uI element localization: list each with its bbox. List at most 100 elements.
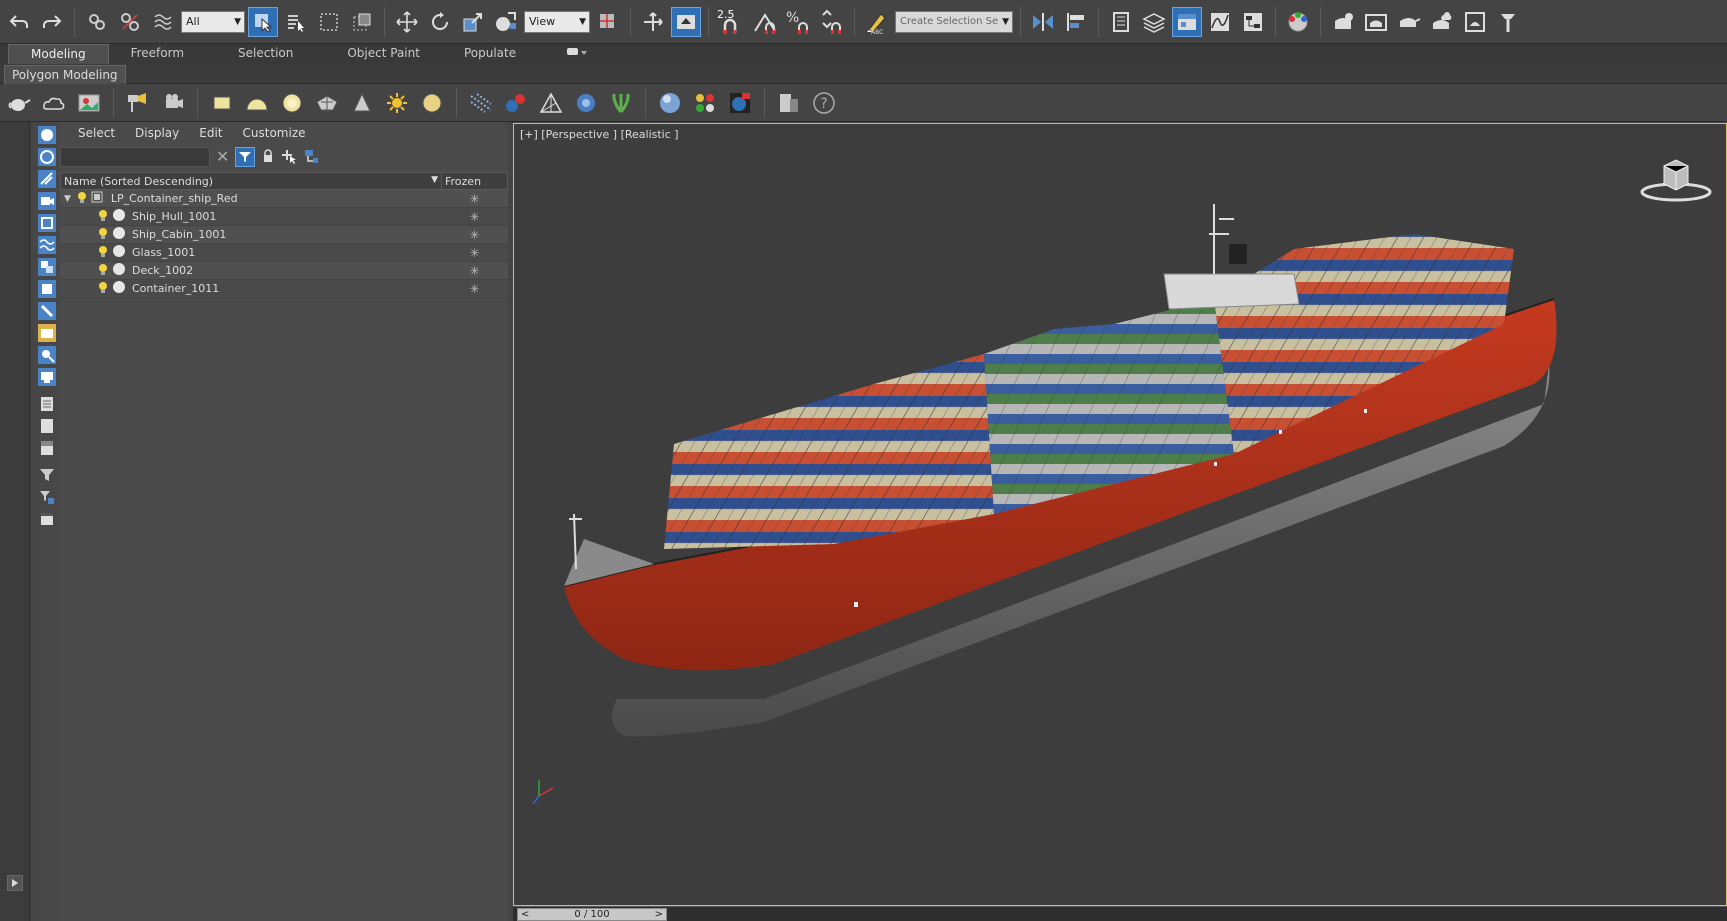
select-scale-icon[interactable] <box>458 7 488 37</box>
tree-row-ship-hull[interactable]: Ship_Hull_1001 ✳ <box>60 208 508 226</box>
display-cameras-icon[interactable] <box>36 191 57 210</box>
frozen-toggle-icon[interactable]: ✳ <box>441 192 508 206</box>
percent-snap-icon[interactable]: % <box>784 7 814 37</box>
menu-edit[interactable]: Edit <box>189 126 232 140</box>
select-manipulate-icon[interactable] <box>638 7 668 37</box>
select-children-icon[interactable] <box>281 148 297 167</box>
massfx-icon[interactable] <box>536 88 566 118</box>
menu-customize[interactable]: Customize <box>233 126 316 140</box>
tab-selection[interactable]: Selection <box>206 44 315 64</box>
display-groups-icon[interactable] <box>36 257 57 276</box>
display-invert-icon[interactable] <box>36 438 57 457</box>
column-frozen-header[interactable]: Frozen <box>442 173 507 189</box>
filter-options-icon[interactable] <box>36 487 57 506</box>
hair-fur-icon[interactable] <box>571 88 601 118</box>
collapse-panel-icon[interactable] <box>36 509 57 528</box>
time-slider[interactable]: < 0 / 100 > <box>517 908 667 921</box>
polygon-modeling-label[interactable]: Polygon Modeling <box>4 65 126 85</box>
angle-snap-icon[interactable] <box>751 7 781 37</box>
window-crossing-icon[interactable] <box>347 7 377 37</box>
menu-display[interactable]: Display <box>125 126 189 140</box>
tree-row-deck[interactable]: Deck_1002 ✳ <box>60 262 508 280</box>
select-move-icon[interactable] <box>392 7 422 37</box>
display-geometry-icon[interactable] <box>36 125 57 144</box>
hemisphere-icon[interactable] <box>242 88 272 118</box>
display-space-warps-icon[interactable] <box>36 235 57 254</box>
mirror-icon[interactable] <box>1028 7 1058 37</box>
tree-row-ship-cabin[interactable]: Ship_Cabin_1001 ✳ <box>60 226 508 244</box>
unlink-icon[interactable] <box>115 7 145 37</box>
visibility-bulb-icon[interactable] <box>98 245 108 260</box>
display-frozen-icon[interactable] <box>36 345 57 364</box>
particle-system-icon[interactable] <box>466 88 496 118</box>
tab-populate[interactable]: Populate <box>442 44 538 64</box>
toggle-ribbon-icon[interactable] <box>1172 6 1202 37</box>
camera-icon[interactable] <box>158 88 188 118</box>
frozen-toggle-icon[interactable]: ✳ <box>441 210 508 224</box>
cloud-icon[interactable] <box>39 88 69 118</box>
display-xrefs-icon[interactable] <box>36 279 57 298</box>
display-all-icon[interactable] <box>36 394 57 413</box>
expand-panel-button[interactable] <box>7 875 23 891</box>
material-sphere-icon[interactable] <box>655 88 685 118</box>
tab-freeform[interactable]: Freeform <box>109 44 206 64</box>
schematic-view-icon[interactable] <box>1238 7 1268 37</box>
link-icon[interactable] <box>82 7 112 37</box>
display-shapes-icon[interactable] <box>36 147 57 166</box>
render-in-cloud-icon[interactable] <box>1427 7 1457 37</box>
a360-gallery-icon[interactable] <box>1460 7 1490 37</box>
selection-filter-dropdown[interactable]: All ▼ <box>181 10 245 33</box>
perspective-viewport[interactable]: [+] [Perspective ] [Realistic ] <box>513 123 1727 906</box>
lock-icon[interactable] <box>261 148 275 166</box>
keyboard-shortcut-icon[interactable] <box>671 6 701 37</box>
snaps-toggle-icon[interactable]: 2.5 <box>716 7 748 37</box>
cone-icon[interactable] <box>347 88 377 118</box>
menu-select[interactable]: Select <box>60 126 125 140</box>
tree-row-root[interactable]: ▼ LP_Container_ship_Red ✳ <box>60 190 508 208</box>
bind-space-warp-icon[interactable] <box>148 7 178 37</box>
reference-coordinate-dropdown[interactable]: View ▼ <box>524 10 590 33</box>
time-prev-button[interactable]: < <box>518 909 532 920</box>
expand-triangle-icon[interactable]: ▼ <box>64 194 71 204</box>
render-scene-icon[interactable] <box>725 88 755 118</box>
light-icon[interactable] <box>123 88 153 118</box>
display-helpers-icon[interactable] <box>36 213 57 232</box>
clear-search-icon[interactable]: ✕ <box>216 149 229 165</box>
undo-icon[interactable] <box>4 7 34 37</box>
material-editor-icon[interactable] <box>1283 7 1313 37</box>
frozen-toggle-icon[interactable]: ✳ <box>441 246 508 260</box>
display-bones-icon[interactable] <box>36 301 57 320</box>
scene-converter-icon[interactable] <box>774 88 804 118</box>
render-production-icon[interactable] <box>1394 7 1424 37</box>
filter-funnel-icon[interactable] <box>36 465 57 484</box>
select-object-icon[interactable] <box>248 6 278 37</box>
select-rotate-icon[interactable] <box>425 7 455 37</box>
tree-row-container[interactable]: Container_1011 ✳ <box>60 280 508 298</box>
curve-editor-icon[interactable] <box>1205 7 1235 37</box>
rendered-frame-window-icon[interactable] <box>1361 7 1391 37</box>
geosphere-icon[interactable] <box>312 88 342 118</box>
frozen-toggle-icon[interactable]: ✳ <box>441 228 508 242</box>
redo-icon[interactable] <box>37 7 67 37</box>
plane-primitive-icon[interactable] <box>207 88 237 118</box>
image-plane-icon[interactable] <box>74 88 104 118</box>
spinner-snap-icon[interactable] <box>817 7 847 37</box>
display-lights-icon[interactable] <box>36 169 57 188</box>
frozen-toggle-icon[interactable]: ✳ <box>441 264 508 278</box>
sphere-icon[interactable] <box>277 88 307 118</box>
sun-light-icon[interactable] <box>382 88 412 118</box>
toggle-scene-explorer-icon[interactable] <box>1106 7 1136 37</box>
column-name-header[interactable]: Name (Sorted Descending) ▼ <box>61 173 442 189</box>
place-icon[interactable] <box>491 7 521 37</box>
align-icon[interactable] <box>1061 7 1091 37</box>
named-selection-sets-dropdown[interactable]: Create Selection Se ▼ <box>895 10 1013 33</box>
visibility-bulb-icon[interactable] <box>98 209 108 224</box>
use-pivot-icon[interactable] <box>593 7 623 37</box>
frozen-toggle-icon[interactable]: ✳ <box>441 282 508 296</box>
material-browser-icon[interactable] <box>690 88 720 118</box>
ribbon-options-button[interactable] <box>538 44 610 64</box>
filter-toggle-icon[interactable] <box>235 147 256 167</box>
visibility-bulb-icon[interactable] <box>98 281 108 296</box>
display-none-icon[interactable] <box>36 416 57 435</box>
layer-explorer-icon[interactable] <box>1139 7 1169 37</box>
